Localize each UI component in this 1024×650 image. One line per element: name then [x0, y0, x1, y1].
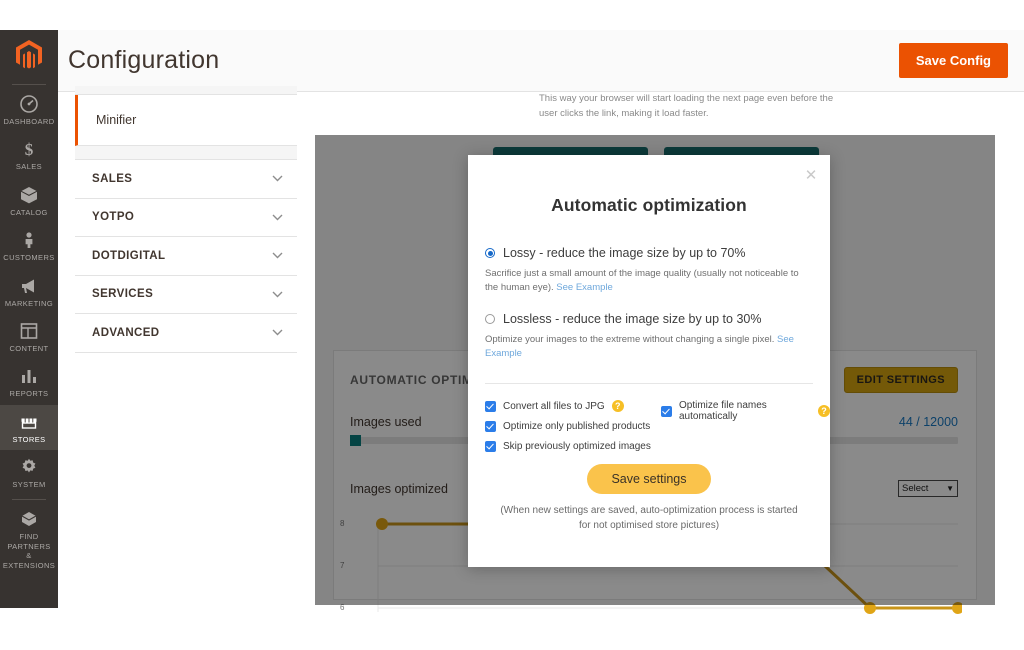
store-icon: [21, 418, 37, 429]
megaphone-icon: [22, 279, 34, 293]
chevron-down-icon: [272, 214, 283, 221]
checkbox-row-skip-previously[interactable]: Skip previously optimized images: [485, 441, 813, 452]
sidebar-item-label: CONTENT: [9, 343, 49, 353]
option-lossy[interactable]: Lossy - reduce the image size by up to 7…: [485, 246, 813, 260]
config-section-label: ADVANCED: [92, 326, 160, 339]
close-icon[interactable]: ✕: [803, 168, 819, 184]
checkbox-optimize-names[interactable]: [661, 405, 672, 417]
sidebar-item-label: FIND PARTNERS & EXTENSIONS: [2, 532, 56, 570]
chevron-down-icon: [272, 175, 283, 182]
gear-icon: [22, 458, 36, 473]
sidebar-divider: [12, 84, 46, 85]
checkbox-row-optimize-names[interactable]: Optimize file names automatically ?: [661, 400, 830, 422]
save-config-button[interactable]: Save Config: [898, 43, 1008, 78]
config-section-advanced[interactable]: ADVANCED: [75, 314, 297, 353]
sidebar-item-system[interactable]: SYSTEM: [0, 450, 58, 495]
option-lossless[interactable]: Lossless - reduce the image size by up t…: [485, 312, 813, 326]
chevron-down-icon: [272, 329, 283, 336]
option-description-text: Optimize your images to the extreme with…: [485, 333, 775, 345]
box-icon: [20, 186, 38, 204]
config-section-label: DOTDIGITAL: [92, 249, 166, 262]
see-example-link-lossy[interactable]: See Example: [556, 282, 613, 293]
config-section-yotpo[interactable]: YOTPO: [75, 198, 297, 237]
field-help-text: This way your browser will start loading…: [539, 93, 834, 119]
checkbox-row-only-published[interactable]: Optimize only published products: [485, 421, 813, 432]
sidebar-item-reports[interactable]: REPORTS: [0, 359, 58, 404]
sidebar-item-sales[interactable]: $ SALES: [0, 132, 58, 177]
checkbox-label: Optimize file names automatically: [679, 400, 767, 422]
option-label: Lossy - reduce the image size by up to 7…: [503, 246, 746, 260]
svg-text:$: $: [25, 140, 34, 159]
save-settings-button[interactable]: Save settings: [587, 464, 711, 494]
sidebar-item-content[interactable]: CONTENT: [0, 314, 58, 359]
dashboard-icon: [20, 95, 38, 113]
config-section-label: YOTPO: [92, 211, 135, 224]
checkbox-skip-previously[interactable]: [485, 441, 496, 452]
magento-logo-icon: [16, 40, 42, 69]
sidebar-item-label: SALES: [15, 162, 43, 172]
sidebar-divider-2: [12, 499, 46, 501]
sidebar-item-catalog[interactable]: CATALOG: [0, 178, 58, 223]
sidebar-item-label: REPORTS: [9, 389, 49, 399]
config-section-label: SALES: [92, 172, 133, 185]
sidebar-item-stores[interactable]: STORES: [0, 404, 58, 450]
config-section-dotdigital[interactable]: DOTDIGITAL: [75, 237, 297, 276]
sidebar-item-dashboard[interactable]: DASHBOARD: [0, 87, 58, 132]
sidebar-item-find-partners[interactable]: FIND PARTNERS & EXTENSIONS: [0, 502, 58, 576]
sidebar-item-label: MARKETING: [4, 298, 54, 308]
sidebar-item-label: SYSTEM: [12, 480, 46, 489]
help-icon-convert-jpg[interactable]: ?: [611, 400, 624, 412]
sidebar-item-label: DASHBOARD: [3, 117, 55, 126]
checkbox-only-published[interactable]: [485, 421, 496, 432]
dollar-icon: $: [25, 140, 34, 159]
save-settings-wrap: Save settings: [468, 464, 830, 494]
config-section-label: SERVICES: [92, 288, 154, 301]
option-label: Lossless - reduce the image size by up t…: [503, 311, 762, 326]
configuration-menu: Minifier SALES YOTPO DOTDIGITAL SERVICES…: [75, 86, 297, 353]
chevron-down-icon: [272, 252, 283, 259]
sidebar-item-label: STORES: [12, 434, 46, 444]
help-icon-optimize-names[interactable]: ?: [818, 405, 830, 417]
radio-lossless[interactable]: [485, 313, 495, 324]
person-icon: [25, 232, 33, 249]
checkbox-label: Convert all files to JPG: [503, 400, 605, 412]
modal-checkboxes: Convert all files to JPG ? Optimize only…: [468, 384, 830, 452]
layout-icon: [20, 323, 38, 339]
checkbox-label: Optimize only published products: [503, 421, 651, 432]
config-section-sales[interactable]: SALES: [75, 160, 297, 199]
radio-lossy[interactable]: [485, 248, 495, 258]
chevron-down-icon: [272, 291, 283, 298]
automatic-optimization-modal: ✕ Automatic optimization Lossy - reduce …: [468, 155, 830, 567]
page-header: Configuration Save Config: [58, 30, 1024, 92]
sidebar-item-label: CATALOG: [10, 207, 48, 217]
config-menu-item-minifier[interactable]: Minifier: [75, 95, 297, 146]
sidebar-item-label: CUSTOMERS: [3, 253, 55, 263]
modal-note: (When new settings are saved, auto-optim…: [500, 505, 798, 531]
checkbox-label: Skip previously optimized images: [503, 441, 651, 452]
option-lossy-description: Sacrifice just a small amount of the ima…: [485, 267, 813, 296]
option-lossless-description: Optimize your images to the extreme with…: [485, 333, 813, 362]
config-menu-top-strip: [75, 86, 297, 95]
config-section-services[interactable]: SERVICES: [75, 275, 297, 314]
config-menu-item-label: Minifier: [96, 113, 137, 127]
extensions-icon: [21, 512, 37, 527]
admin-sidebar: DASHBOARD $ SALES CATALOG CUSTOMERS MARK…: [0, 30, 58, 608]
optimization-options: Lossy - reduce the image size by up to 7…: [468, 216, 830, 361]
admin-page: DASHBOARD $ SALES CATALOG CUSTOMERS MARK…: [0, 0, 1024, 650]
sidebar-item-marketing[interactable]: MARKETING: [0, 269, 58, 314]
bar-chart-icon: [22, 370, 36, 384]
checkbox-convert-jpg[interactable]: [485, 400, 496, 412]
modal-title: Automatic optimization: [551, 195, 747, 215]
option-description-text: Sacrifice just a small amount of the ima…: [485, 268, 799, 294]
config-menu-gap: [75, 146, 297, 160]
sidebar-item-customers[interactable]: CUSTOMERS: [0, 223, 58, 268]
magento-logo[interactable]: [0, 30, 58, 80]
page-title: Configuration: [68, 46, 220, 74]
